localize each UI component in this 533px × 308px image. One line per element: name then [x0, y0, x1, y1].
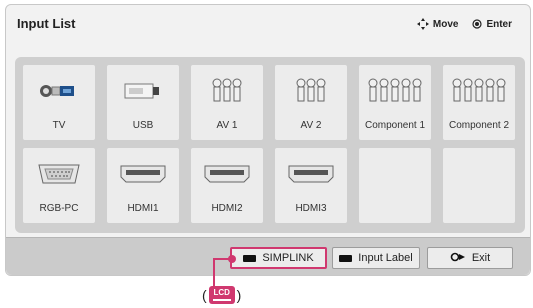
lcd-note: ( LCD ): [202, 286, 241, 304]
input-tile-component1[interactable]: Component 1: [359, 65, 431, 140]
hdmi-port-icon: [275, 158, 347, 190]
input-tile-av1[interactable]: AV 1: [191, 65, 263, 140]
input-grid: TV USB AV 1 AV 2 Component 1 Component 2…: [15, 57, 525, 233]
hdmi-port-icon: [107, 158, 179, 190]
simplink-button[interactable]: SIMPLINK: [230, 247, 327, 269]
simplink-button-label: SIMPLINK: [262, 252, 314, 264]
vga-port-icon: [23, 158, 95, 190]
input-tile-av2[interactable]: AV 2: [275, 65, 347, 140]
rca-connectors-icon: [275, 75, 347, 107]
input-label: Component 2: [448, 120, 510, 131]
lcd-note-open-paren: (: [202, 287, 207, 303]
input-list-panel: Input List Move Enter TV USB AV 1 AV 2 C…: [5, 4, 531, 276]
button-bar-icon: [339, 254, 353, 262]
input-tile-tv[interactable]: TV: [23, 65, 95, 140]
input-tile-empty: [443, 148, 515, 223]
usb-icon: [107, 75, 179, 107]
enter-hint-label: Enter: [486, 18, 512, 30]
exit-button[interactable]: Exit: [427, 247, 513, 269]
lcd-badge: LCD: [208, 286, 235, 304]
enter-hint: Enter: [472, 18, 512, 30]
input-tile-hdmi3[interactable]: HDMI3: [275, 148, 347, 223]
input-label: USB: [132, 120, 154, 131]
input-tile-usb[interactable]: USB: [107, 65, 179, 140]
back-arrow-icon: [450, 252, 466, 265]
component-connectors-icon: [359, 75, 431, 107]
input-label-button[interactable]: Input Label: [332, 247, 420, 269]
input-label-button-label: Input Label: [358, 252, 413, 264]
input-label: TV: [52, 120, 66, 131]
page-title: Input List: [17, 16, 76, 31]
move-hint: Move: [416, 18, 459, 30]
component-connectors-icon: [443, 75, 515, 107]
input-label: HDMI1: [127, 203, 159, 214]
input-tile-rgb-pc[interactable]: RGB-PC: [23, 148, 95, 223]
enter-button-icon: [472, 19, 483, 29]
exit-button-label: Exit: [471, 252, 491, 264]
input-tile-hdmi1[interactable]: HDMI1: [107, 148, 179, 223]
input-tile-empty: [359, 148, 431, 223]
input-label: AV 1: [216, 120, 238, 131]
bottom-bar: SIMPLINK Input Label Exit: [6, 237, 530, 275]
callout-dot: [228, 255, 236, 263]
input-label: HDMI2: [211, 203, 243, 214]
input-label: HDMI3: [295, 203, 327, 214]
input-label: AV 2: [300, 120, 322, 131]
input-label: RGB-PC: [39, 203, 79, 214]
hdmi-port-icon: [191, 158, 263, 190]
lcd-note-close-paren: ): [236, 287, 242, 303]
move-hint-label: Move: [432, 18, 459, 30]
button-bar-icon: [243, 254, 257, 262]
input-label: Component 1: [364, 120, 426, 131]
tv-antenna-icon: [23, 75, 95, 107]
input-tile-component2[interactable]: Component 2: [443, 65, 515, 140]
four-way-arrow-icon: [416, 18, 429, 30]
input-tile-hdmi2[interactable]: HDMI2: [191, 148, 263, 223]
title-bar: Input List Move Enter: [6, 5, 530, 45]
nav-hints: Move Enter: [416, 18, 512, 30]
rca-connectors-icon: [191, 75, 263, 107]
